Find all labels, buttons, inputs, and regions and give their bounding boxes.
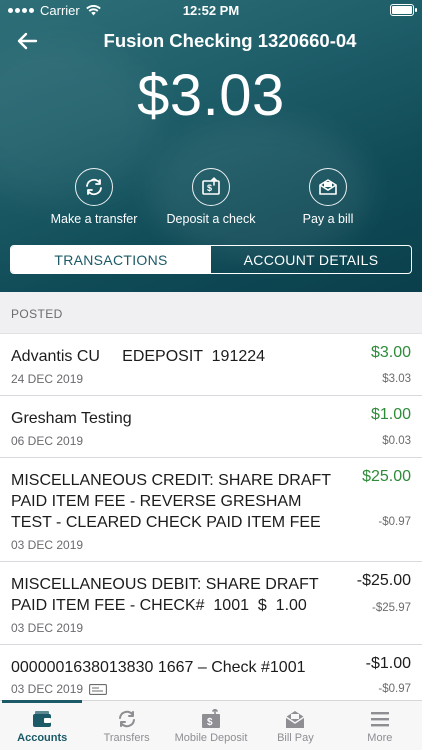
back-button[interactable] — [14, 28, 40, 54]
bottom-tab-bar: Accounts Transfers $ Mobile Deposit Bill… — [0, 700, 422, 750]
transaction-running-balance: -$0.97 — [378, 516, 411, 528]
transaction-running-balance: $3.03 — [382, 373, 411, 385]
transaction-date-wrap: 03 DEC 2019 — [11, 682, 107, 696]
svg-text:$: $ — [207, 183, 212, 193]
status-time: 12:52 PM — [182, 3, 240, 18]
status-bar: Carrier 12:52 PM — [0, 0, 422, 22]
section-label: POSTED — [11, 307, 63, 321]
tabbar-item-more[interactable]: More — [338, 701, 422, 750]
tab-transactions[interactable]: TRANSACTIONS — [11, 246, 211, 273]
transaction-running-balance: -$0.97 — [378, 683, 411, 695]
transaction-description: MISCELLANEOUS DEBIT: SHARE DRAFT PAID IT… — [11, 576, 323, 614]
tabbar-label: More — [367, 732, 393, 744]
transaction-amount: $25.00 — [362, 468, 411, 485]
transaction-description: 0000001638013830 1667 – Check #1001 — [11, 659, 306, 676]
tabbar-label: Mobile Deposit — [174, 732, 248, 744]
account-balance: $3.03 — [137, 63, 285, 128]
transaction-row[interactable]: Gresham Testing 06 DEC 2019 $1.00 $0.03 — [0, 396, 422, 458]
transaction-date: 03 DEC 2019 — [11, 682, 84, 696]
tabbar-item-bill-pay[interactable]: Bill Pay — [253, 701, 337, 750]
mobile-deposit-icon: $ — [202, 709, 221, 728]
active-tab-indicator — [2, 700, 82, 703]
tab-account-details[interactable]: ACCOUNT DETAILS — [211, 246, 411, 273]
deposit-check-button[interactable]: $ Deposit a check — [146, 168, 276, 226]
transaction-date: 06 DEC 2019 — [11, 434, 84, 448]
tabbar-label: Accounts — [17, 732, 68, 744]
tabbar-item-mobile-deposit[interactable]: $ Mobile Deposit — [169, 701, 253, 750]
transfer-icon — [75, 168, 113, 206]
accounts-icon — [33, 711, 52, 727]
transaction-description: Gresham Testing — [11, 410, 132, 427]
tabbar-item-transfers[interactable]: Transfers — [84, 701, 168, 750]
check-image-icon[interactable] — [89, 683, 107, 695]
transaction-list: Advantis CU EDEPOSIT 191224 24 DEC 2019 … — [0, 334, 422, 705]
transaction-running-balance: $0.03 — [382, 435, 411, 447]
transaction-amount: -$1.00 — [365, 655, 411, 672]
section-header: POSTED — [0, 292, 422, 334]
arrow-left-icon — [17, 32, 38, 50]
battery-icon — [390, 4, 417, 16]
tabbar-label: Transfers — [103, 732, 150, 744]
pay-bill-button[interactable]: Pay a bill — [263, 168, 393, 226]
transfers-icon — [118, 710, 135, 728]
transaction-row[interactable]: 0000001638013830 1667 – Check #1001 03 D… — [0, 645, 422, 705]
account-title: Fusion Checking 1320660-04 — [103, 30, 357, 51]
transaction-amount: -$25.00 — [356, 572, 411, 589]
deposit-check-label: Deposit a check — [166, 212, 256, 226]
make-transfer-button[interactable]: Make a transfer — [29, 168, 159, 226]
pay-bill-label: Pay a bill — [302, 212, 354, 226]
more-icon — [370, 712, 389, 727]
transaction-description: MISCELLANEOUS CREDIT: SHARE DRAFT PAID I… — [11, 472, 336, 531]
tabbar-label: Bill Pay — [277, 732, 314, 744]
bill-pay-icon — [286, 711, 305, 728]
pay-bill-icon — [309, 168, 347, 206]
svg-text:$: $ — [207, 717, 213, 728]
make-transfer-label: Make a transfer — [50, 212, 138, 226]
transaction-amount: $1.00 — [370, 406, 411, 423]
transaction-row[interactable]: MISCELLANEOUS DEBIT: SHARE DRAFT PAID IT… — [0, 562, 422, 645]
transaction-date: 03 DEC 2019 — [11, 621, 84, 635]
transaction-row[interactable]: Advantis CU EDEPOSIT 191224 24 DEC 2019 … — [0, 334, 422, 396]
transaction-description: Advantis CU EDEPOSIT 191224 — [11, 348, 266, 365]
transaction-amount: $3.00 — [370, 344, 411, 361]
account-header: Carrier 12:52 PM Fusion Checking 1320660… — [0, 0, 422, 292]
tab-segmented-control: TRANSACTIONS ACCOUNT DETAILS — [10, 245, 412, 274]
transaction-date: 24 DEC 2019 — [11, 372, 84, 386]
tabbar-item-accounts[interactable]: Accounts — [0, 701, 84, 750]
transaction-date: 03 DEC 2019 — [11, 538, 84, 552]
deposit-check-icon: $ — [192, 168, 230, 206]
transaction-running-balance: -$25.97 — [371, 602, 411, 614]
transaction-row[interactable]: MISCELLANEOUS CREDIT: SHARE DRAFT PAID I… — [0, 458, 422, 562]
